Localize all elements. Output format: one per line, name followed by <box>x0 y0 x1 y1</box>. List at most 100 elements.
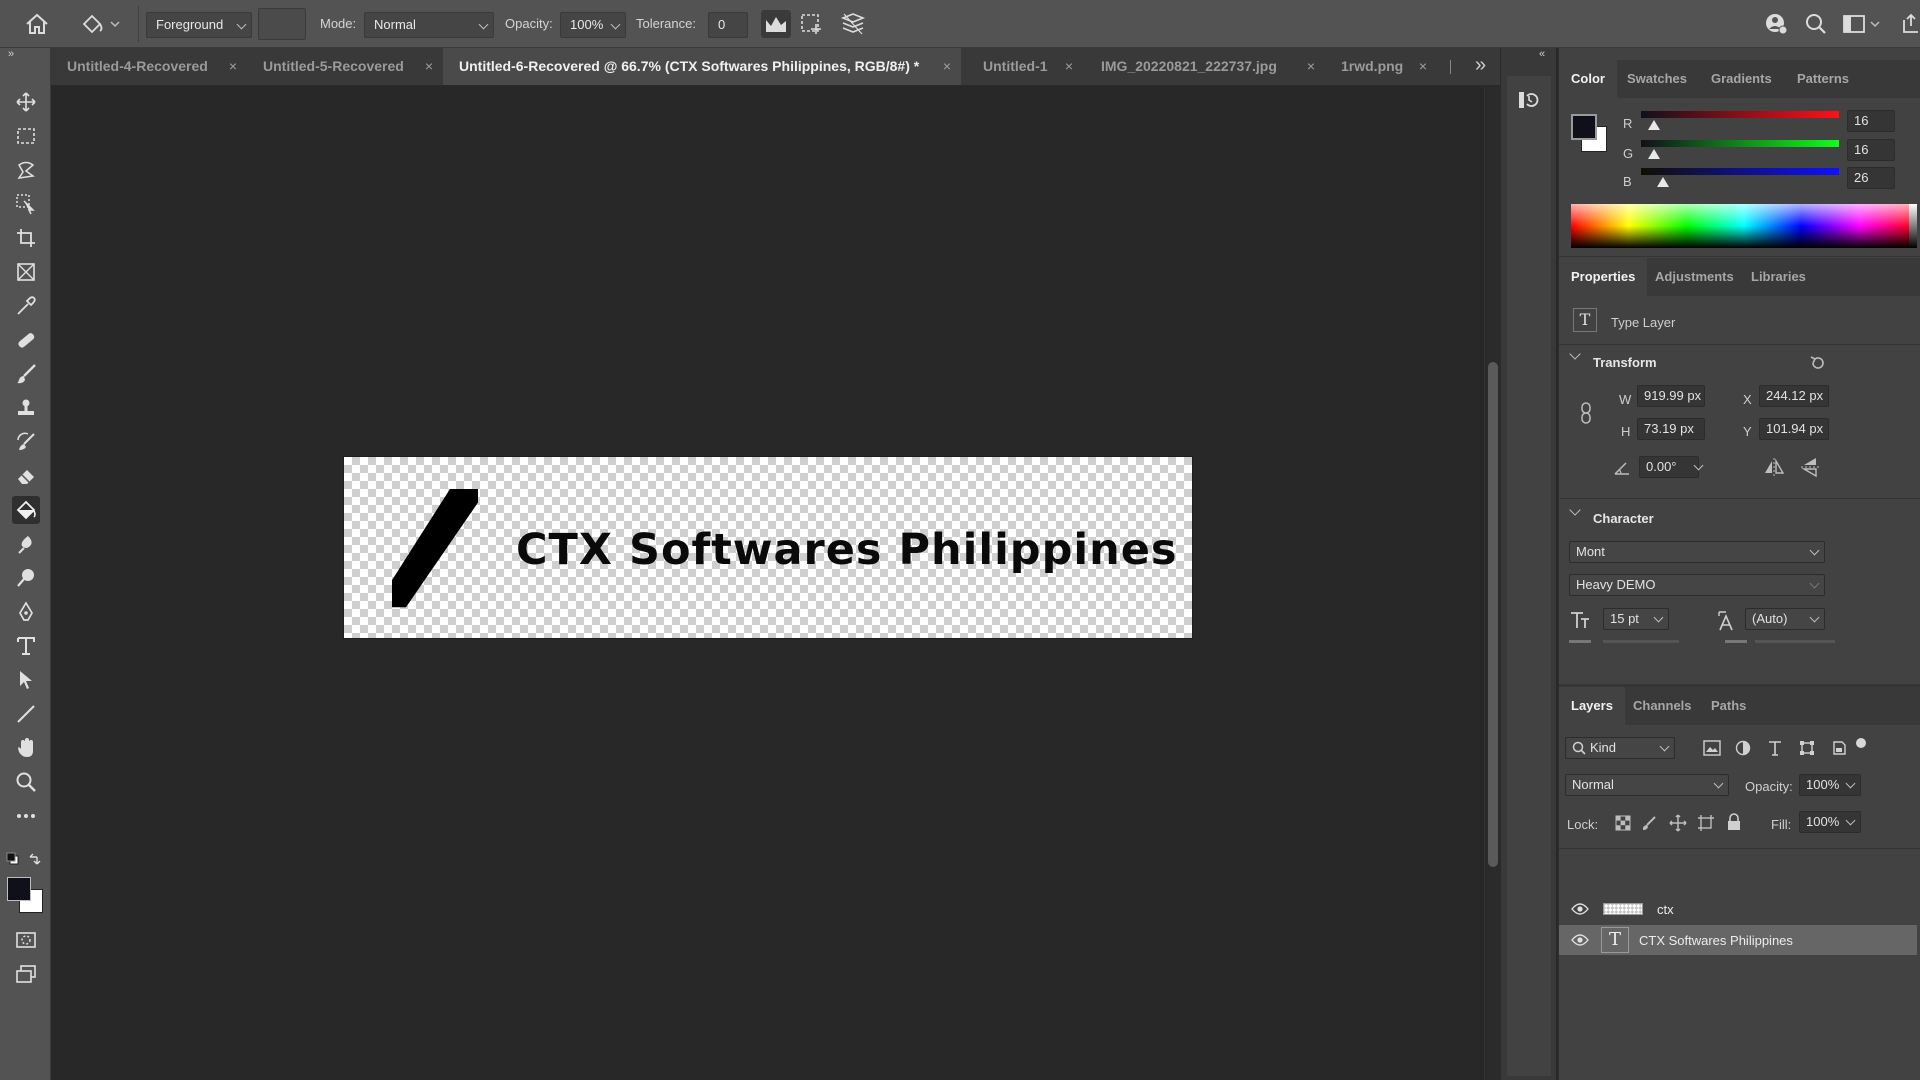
layer-row-selected[interactable]: T CTX Softwares Philippines <box>1559 925 1917 955</box>
layer-row[interactable]: ctx <box>1559 894 1917 924</box>
document-canvas[interactable]: CTX Softwares Philippines <box>343 456 1193 639</box>
r-slider-handle[interactable] <box>1648 120 1660 130</box>
layer-filter-kind-dropdown[interactable]: Kind <box>1565 737 1675 759</box>
leading-input[interactable]: (Auto) <box>1745 608 1825 630</box>
filter-type-icon[interactable] <box>1767 739 1783 757</box>
foreground-color-swatch[interactable] <box>7 877 31 901</box>
close-tab-icon[interactable]: × <box>943 48 951 85</box>
b-slider-handle[interactable] <box>1657 177 1669 187</box>
g-slider-handle[interactable] <box>1648 149 1660 159</box>
dodge-tool-icon[interactable] <box>12 564 40 592</box>
mode-dropdown[interactable]: Normal <box>364 12 494 38</box>
y-input[interactable]: 101.94 px <box>1759 418 1829 440</box>
r-input[interactable]: 16 <box>1847 110 1895 132</box>
all-layers-toggle-icon[interactable] <box>838 10 868 38</box>
filter-adjustment-icon[interactable] <box>1735 740 1751 756</box>
tab-paths[interactable]: Paths <box>1699 687 1758 725</box>
tab-libraries[interactable]: Libraries <box>1739 258 1818 296</box>
scrollbar-thumb[interactable] <box>1488 362 1498 867</box>
move-tool-icon[interactable] <box>12 88 40 116</box>
document-tab[interactable]: 1rwd.png × <box>1325 48 1437 85</box>
default-colors-icon[interactable] <box>6 852 20 866</box>
h-input[interactable]: 73.19 px <box>1637 418 1705 440</box>
fill-input[interactable]: 100% <box>1799 811 1861 833</box>
filter-shape-icon[interactable] <box>1799 740 1815 756</box>
close-tab-icon[interactable]: × <box>229 48 237 85</box>
lasso-tool-icon[interactable] <box>12 156 40 184</box>
vertical-scrollbar[interactable] <box>1484 87 1500 1080</box>
x-input[interactable]: 244.12 px <box>1759 385 1829 407</box>
home-icon[interactable] <box>24 12 50 36</box>
close-tab-icon[interactable]: × <box>1419 48 1427 85</box>
font-family-dropdown[interactable]: Mont <box>1569 541 1825 563</box>
close-tab-icon[interactable]: × <box>1307 48 1315 85</box>
history-panel-icon[interactable] <box>1517 88 1541 112</box>
character-collapse-icon[interactable] <box>1569 504 1581 516</box>
document-tab[interactable]: Untitled-5-Recovered × <box>247 48 443 85</box>
hand-tool-icon[interactable] <box>12 734 40 762</box>
font-style-dropdown[interactable]: Heavy DEMO <box>1569 574 1825 596</box>
visibility-eye-icon[interactable] <box>1571 903 1589 915</box>
tab-color[interactable]: Color <box>1559 60 1617 98</box>
tab-adjustments[interactable]: Adjustments <box>1643 258 1746 296</box>
g-slider[interactable] <box>1641 140 1839 147</box>
lock-artboard-icon[interactable] <box>1697 814 1715 832</box>
tabs-overflow-icon[interactable]: » <box>1475 54 1486 77</box>
close-tab-icon[interactable]: × <box>425 48 433 85</box>
lock-all-icon[interactable] <box>1727 813 1741 831</box>
opacity-input[interactable]: 100% <box>560 12 626 38</box>
tolerance-input[interactable]: 0 <box>708 12 748 38</box>
document-tab-active[interactable]: Untitled-6-Recovered @ 66.7% (CTX Softwa… <box>443 48 961 85</box>
layer-blend-mode-dropdown[interactable]: Normal <box>1565 774 1729 796</box>
tab-properties[interactable]: Properties <box>1559 258 1648 296</box>
tab-patterns[interactable]: Patterns <box>1785 60 1861 98</box>
transform-collapse-icon[interactable] <box>1569 348 1581 360</box>
history-brush-tool-icon[interactable] <box>12 428 40 456</box>
filter-smart-object-icon[interactable] <box>1831 740 1847 756</box>
crop-tool-icon[interactable] <box>12 224 40 252</box>
angle-input[interactable]: 0.00° <box>1639 456 1699 478</box>
paint-bucket-tool-icon[interactable] <box>12 496 40 524</box>
color-fg-swatch[interactable] <box>1571 114 1597 140</box>
flip-horizontal-icon[interactable] <box>1763 458 1785 476</box>
tab-gradients[interactable]: Gradients <box>1699 60 1784 98</box>
filter-toggle-icon[interactable] <box>1856 738 1866 748</box>
b-slider[interactable] <box>1641 168 1839 175</box>
brush-tool-icon[interactable] <box>12 360 40 388</box>
screen-mode-icon[interactable] <box>12 960 40 988</box>
user-account-icon[interactable] <box>1764 12 1788 36</box>
lock-pixels-icon[interactable] <box>1641 815 1657 831</box>
lock-position-icon[interactable] <box>1669 814 1687 832</box>
healing-brush-tool-icon[interactable] <box>12 326 40 354</box>
line-tool-icon[interactable] <box>12 700 40 728</box>
fill-source-dropdown[interactable]: Foreground <box>146 12 252 38</box>
pen-tool-icon[interactable] <box>12 598 40 626</box>
zoom-tool-icon[interactable] <box>12 768 40 796</box>
quick-mask-icon[interactable] <box>12 926 40 954</box>
path-selection-tool-icon[interactable] <box>12 666 40 694</box>
color-spectrum[interactable] <box>1571 204 1917 248</box>
document-tab[interactable]: IMG_20220821_222737.jpg × <box>1085 48 1325 85</box>
frame-tool-icon[interactable] <box>12 258 40 286</box>
link-dimensions-icon[interactable] <box>1579 402 1593 424</box>
r-slider[interactable] <box>1641 111 1839 118</box>
pattern-picker[interactable] <box>258 8 306 40</box>
workspace-switcher-icon[interactable] <box>1842 12 1882 36</box>
anti-alias-toggle-icon[interactable] <box>761 10 791 38</box>
lock-transparent-icon[interactable] <box>1615 815 1631 831</box>
tab-channels[interactable]: Channels <box>1621 687 1704 725</box>
paint-bucket-tool-preset-icon[interactable] <box>80 12 122 36</box>
eyedropper-tool-icon[interactable] <box>12 292 40 320</box>
g-input[interactable]: 16 <box>1847 139 1895 161</box>
flip-vertical-icon[interactable] <box>1801 456 1819 478</box>
swap-colors-icon[interactable] <box>28 852 42 866</box>
close-tab-icon[interactable]: × <box>1065 48 1073 85</box>
search-icon[interactable] <box>1804 12 1828 36</box>
reset-transform-icon[interactable] <box>1809 354 1827 372</box>
font-size-input[interactable]: 15 pt <box>1603 608 1669 630</box>
more-tools-icon[interactable] <box>12 802 40 830</box>
expand-panels-icon[interactable]: « <box>1539 48 1545 60</box>
type-tool-icon[interactable] <box>12 632 40 660</box>
eraser-tool-icon[interactable] <box>12 462 40 490</box>
filter-pixel-icon[interactable] <box>1703 740 1721 756</box>
